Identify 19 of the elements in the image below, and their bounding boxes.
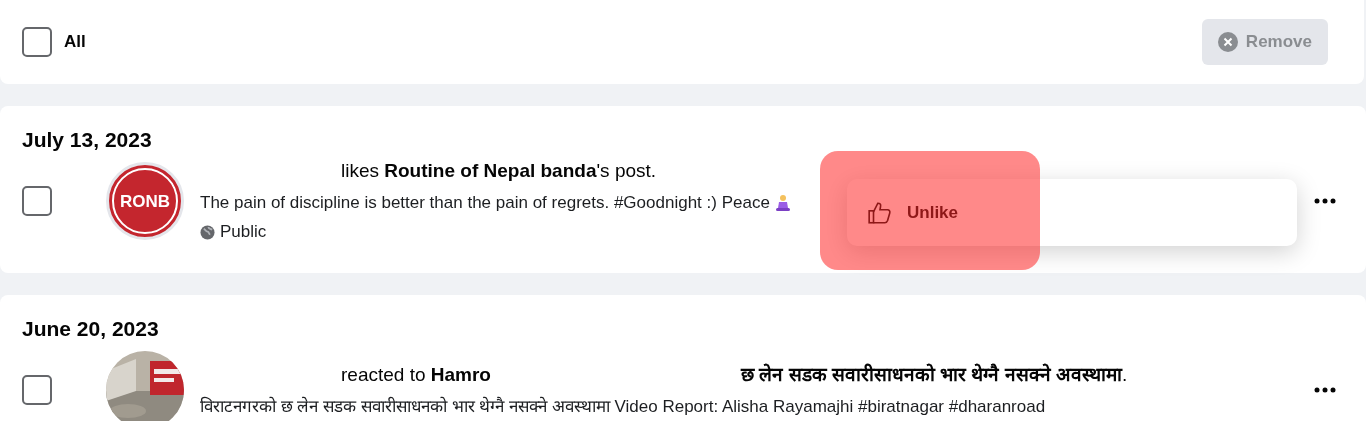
checkbox[interactable]	[22, 375, 52, 405]
date-heading: July 13, 2023	[22, 127, 153, 153]
checkbox[interactable]	[22, 27, 52, 57]
page-logo: RONB	[106, 162, 184, 240]
more-icon	[1314, 387, 1336, 393]
select-all-label: All	[64, 31, 86, 54]
meditating-figure-icon	[775, 193, 790, 212]
globe-icon	[200, 224, 215, 240]
privacy-label: Public	[220, 221, 267, 244]
date-heading: June 20, 2023	[22, 316, 160, 342]
post-text: विराटनगरको छ लेन सडक सवारीसाधनको भार थेग्नै नसक्ने अवस्थामा Video Report: Alisha Rayamajhi #biratnagar #dharanroad	[200, 395, 1046, 418]
thumbs-up-icon	[867, 199, 893, 226]
more-icon	[1314, 198, 1336, 204]
activity-title: reacted to Hamro छ लेन सडक सवारीसाधनको भार थेग्नै नसक्ने अवस्थामा.	[340, 362, 1129, 387]
menu-item[interactable]: Unlike	[855, 188, 1289, 237]
post-text: The pain of discipline is better than the pain of regrets. #Goodnight :) Peace	[200, 191, 770, 214]
close-icon	[1217, 32, 1238, 52]
activity-title: likes Routine of Nepal banda's post.	[340, 159, 658, 184]
checkbox[interactable]	[22, 186, 52, 216]
